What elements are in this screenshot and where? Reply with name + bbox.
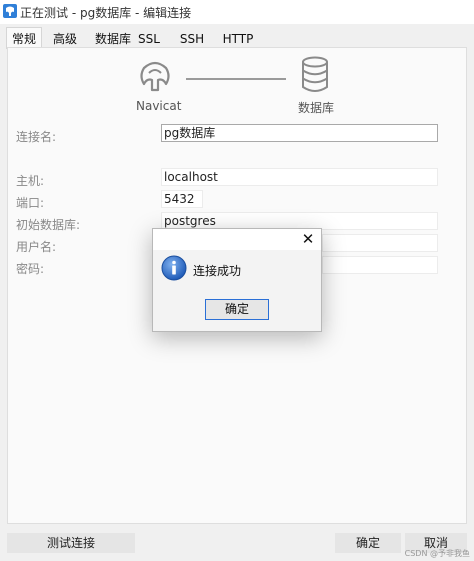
dialog-title-bar bbox=[153, 229, 321, 250]
close-icon[interactable]: ✕ bbox=[298, 230, 318, 250]
dialog-ok-button[interactable]: 确定 bbox=[205, 299, 269, 320]
initial-database-label: 初始数据库: bbox=[16, 218, 81, 232]
tab-databases[interactable]: 数据库 bbox=[93, 30, 133, 48]
dialog-message: 连接成功 bbox=[193, 264, 242, 278]
password-input[interactable] bbox=[322, 256, 438, 274]
test-connection-button[interactable]: 测试连接 bbox=[7, 533, 135, 553]
connection-name-input[interactable]: pg数据库 bbox=[161, 124, 438, 142]
tab-ssl[interactable]: SSL bbox=[136, 30, 162, 48]
navicat-app-icon bbox=[3, 4, 17, 18]
navicat-logo-icon bbox=[140, 61, 170, 92]
host-input[interactable]: localhost bbox=[161, 168, 438, 186]
navicat-label: Navicat bbox=[136, 99, 182, 113]
username-input[interactable] bbox=[322, 234, 438, 252]
host-label: 主机: bbox=[16, 174, 45, 188]
port-input[interactable]: 5432 bbox=[161, 190, 203, 208]
ok-button[interactable]: 确定 bbox=[335, 533, 401, 553]
connection-success-dialog: ✕ 连接成功 确定 bbox=[152, 228, 322, 332]
connection-name-label: 连接名: bbox=[16, 130, 57, 144]
tab-advanced[interactable]: 高级 bbox=[48, 30, 82, 48]
database-icon bbox=[302, 56, 328, 92]
tab-http[interactable]: HTTP bbox=[220, 30, 256, 48]
tab-strip: 常规 高级 数据库 SSL SSH HTTP bbox=[0, 24, 474, 49]
watermark: CSDN @予非我鱼 bbox=[404, 549, 470, 558]
tab-ssh[interactable]: SSH bbox=[178, 30, 206, 48]
username-label: 用户名: bbox=[16, 240, 57, 254]
database-label: 数据库 bbox=[298, 101, 335, 115]
port-label: 端口: bbox=[16, 196, 45, 210]
title-bar: 正在测试 - pg数据库 - 编辑连接 bbox=[0, 0, 474, 24]
window-title: 正在测试 - pg数据库 - 编辑连接 bbox=[20, 6, 192, 20]
info-icon bbox=[161, 255, 187, 281]
connector-line bbox=[186, 78, 286, 80]
password-label: 密码: bbox=[16, 262, 45, 276]
tab-general[interactable]: 常规 bbox=[6, 27, 42, 49]
